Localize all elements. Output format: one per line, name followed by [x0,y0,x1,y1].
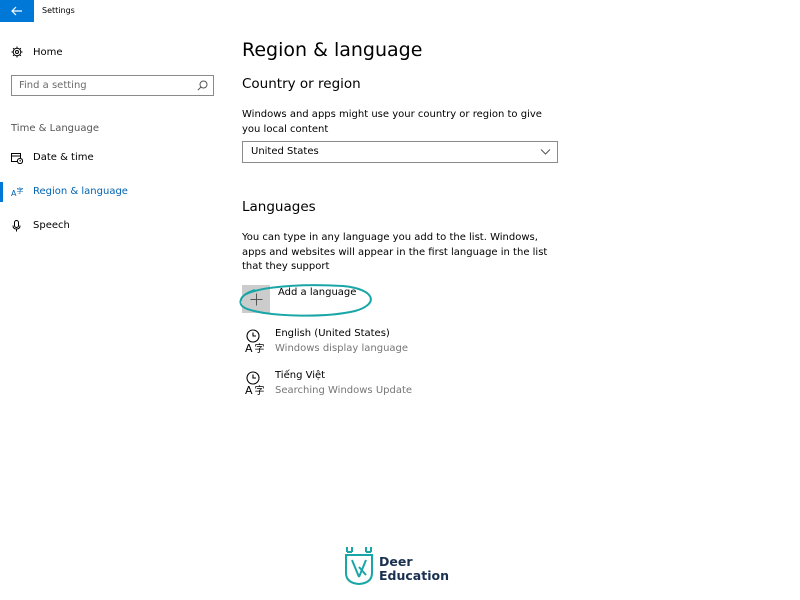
sidebar: Home Time & Language Date & time A 字 Reg… [0,22,225,600]
chevron-down-icon [540,149,551,155]
sidebar-home[interactable]: Home [11,44,63,60]
language-icon: A 字 [245,329,265,354]
microphone-icon [12,220,21,232]
country-dropdown-value: United States [251,146,319,157]
watermark-line1: Deer [379,554,413,569]
language-item-english[interactable]: A 字 English (United States) Windows disp… [242,328,542,358]
languages-section-title: Languages [242,199,316,215]
back-arrow-icon [11,6,22,16]
svg-text:A: A [245,384,253,396]
language-status: Windows display language [275,343,409,354]
window-title: Settings [42,6,75,15]
sidebar-item-date-time[interactable]: Date & time [0,148,225,168]
page-title: Region & language [242,39,423,61]
languages-description: You can type in any language you add to … [242,232,548,272]
search-box [11,75,214,96]
language-name: English (United States) [275,328,390,339]
sidebar-item-region-language[interactable]: A 字 Region & language [0,182,225,202]
active-indicator [0,182,3,202]
region-language-icon: A 字 [11,186,23,198]
svg-text:A: A [245,342,253,354]
sidebar-item-label: Speech [33,220,70,231]
search-input[interactable] [12,76,192,95]
deer-logo-icon [345,547,373,585]
country-description: Windows and apps might use your country … [242,109,542,135]
country-section-title: Country or region [242,76,361,92]
section-header: Time & Language [11,123,99,134]
language-item-vietnamese[interactable]: A 字 Tiếng Việt Searching Windows Update [242,370,542,400]
highlight-ellipse [239,284,372,317]
sidebar-item-label: Date & time [33,152,94,163]
svg-text:字: 字 [255,384,265,396]
back-button[interactable] [0,0,34,22]
calendar-clock-icon [11,153,23,164]
search-icon[interactable] [197,80,208,91]
svg-text:字: 字 [17,186,24,195]
language-status: Searching Windows Update [275,385,413,396]
language-icon: A 字 [245,371,265,396]
sidebar-item-speech[interactable]: Speech [0,216,225,236]
country-dropdown[interactable]: United States [242,141,558,163]
watermark-logo: Deer Education [344,545,454,587]
title-bar: Settings [0,0,800,22]
sidebar-home-label: Home [33,46,63,58]
gear-icon [11,46,23,58]
sidebar-item-label: Region & language [33,186,128,197]
svg-text:字: 字 [255,342,265,354]
language-name: Tiếng Việt [275,370,326,381]
watermark-line2: Education [379,568,449,583]
